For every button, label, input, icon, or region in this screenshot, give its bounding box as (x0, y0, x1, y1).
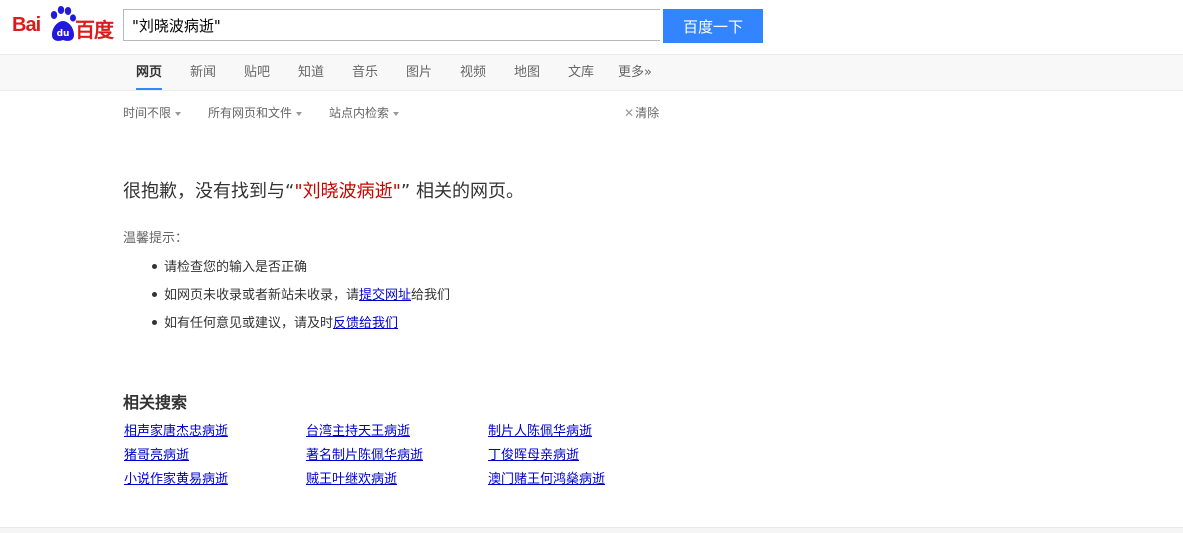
search-box (123, 9, 660, 41)
tab-images[interactable]: 图片 (406, 55, 432, 90)
chevron-down-icon (175, 111, 182, 116)
tip-text: 如网页未收录或者新站未收录，请 (164, 288, 360, 303)
tab-web[interactable]: 网页 (136, 55, 163, 90)
tips-title: 温馨提示： (123, 231, 189, 246)
submit-url-link[interactable]: 提交网址 (359, 288, 411, 303)
tip-text: 请检查您的输入是否正确 (164, 260, 308, 275)
tab-map[interactable]: 地图 (514, 55, 540, 90)
bullet-icon (152, 320, 157, 325)
filter-site-label: 站点内检索 (329, 106, 390, 120)
message-open-quote: “ (285, 181, 295, 202)
tab-tieba[interactable]: 贴吧 (244, 55, 270, 90)
message-suffix: 相关的网页。 (415, 181, 524, 202)
close-icon: ✕ (624, 106, 635, 120)
logo-bai-text: Bai (12, 14, 41, 36)
tip-text: 如有任何意见或建议，请及时 (164, 316, 334, 331)
related-search-link[interactable]: 制片人陈佩华病逝 (488, 420, 592, 439)
tip-item: 如有任何意见或建议，请及时反馈给我们 (152, 312, 398, 331)
footer-divider (0, 527, 1183, 533)
related-search-link[interactable]: 丁俊晖母亲病逝 (488, 444, 579, 463)
filter-filetype-label: 所有网页和文件 (208, 106, 293, 120)
tab-news[interactable]: 新闻 (190, 55, 216, 90)
chevron-down-icon (296, 111, 303, 116)
message-close-quote: ” (400, 181, 411, 202)
related-searches-title: 相关搜索 (123, 393, 188, 412)
paw-icon: du (50, 6, 76, 41)
filter-time-label: 时间不限 (123, 106, 172, 120)
header: Bai du 百度 百度一下 (0, 0, 1183, 54)
bullet-icon (152, 292, 157, 297)
chevron-down-icon (393, 111, 400, 116)
no-result-message: 很抱歉，没有找到与“"刘晓波病逝"” 相关的网页。 (123, 177, 524, 203)
related-search-link[interactable]: 小说作家黄易病逝 (124, 468, 228, 487)
tip-item: 请检查您的输入是否正确 (152, 256, 307, 275)
search-button[interactable]: 百度一下 (663, 9, 763, 43)
search-input[interactable] (124, 10, 660, 40)
related-search-link[interactable]: 猪哥亮病逝 (124, 444, 189, 463)
clear-label: 清除 (635, 106, 660, 120)
tab-video[interactable]: 视频 (460, 55, 486, 90)
search-tabs: 网页 新闻 贴吧 知道 音乐 图片 视频 地图 文库 更多» (0, 54, 1183, 91)
tip-item: 如网页未收录或者新站未收录，请提交网址给我们 (152, 284, 450, 303)
filter-filetype[interactable]: 所有网页和文件 (208, 104, 303, 121)
search-filters: 时间不限 所有网页和文件 站点内检索 ✕清除 (0, 92, 1183, 132)
related-search-link[interactable]: 澳门赌王何鸿燊病逝 (488, 468, 605, 487)
filter-time[interactable]: 时间不限 (123, 104, 182, 121)
related-search-link[interactable]: 台湾主持天王病逝 (306, 420, 410, 439)
logo-du-text: du (57, 29, 70, 39)
tab-zhidao[interactable]: 知道 (298, 55, 324, 90)
message-prefix: 很抱歉，没有找到与 (123, 181, 285, 202)
related-search-link[interactable]: 著名制片陈佩华病逝 (306, 444, 423, 463)
related-search-link[interactable]: 贼王叶继欢病逝 (306, 468, 397, 487)
tab-more[interactable]: 更多» (618, 55, 652, 90)
tip-text: 给我们 (411, 288, 451, 303)
bullet-icon (152, 264, 157, 269)
tab-wenku[interactable]: 文库 (568, 55, 594, 90)
related-search-link[interactable]: 相声家唐杰忠病逝 (124, 420, 228, 439)
baidu-logo[interactable]: Bai du 百度 (10, 5, 118, 43)
clear-filters-button[interactable]: ✕清除 (624, 104, 659, 121)
filter-site[interactable]: 站点内检索 (329, 104, 400, 121)
tab-music[interactable]: 音乐 (352, 55, 378, 90)
logo-cn-text: 百度 (75, 18, 114, 42)
feedback-link[interactable]: 反馈给我们 (333, 316, 398, 331)
message-query: "刘晓波病逝" (294, 181, 401, 202)
